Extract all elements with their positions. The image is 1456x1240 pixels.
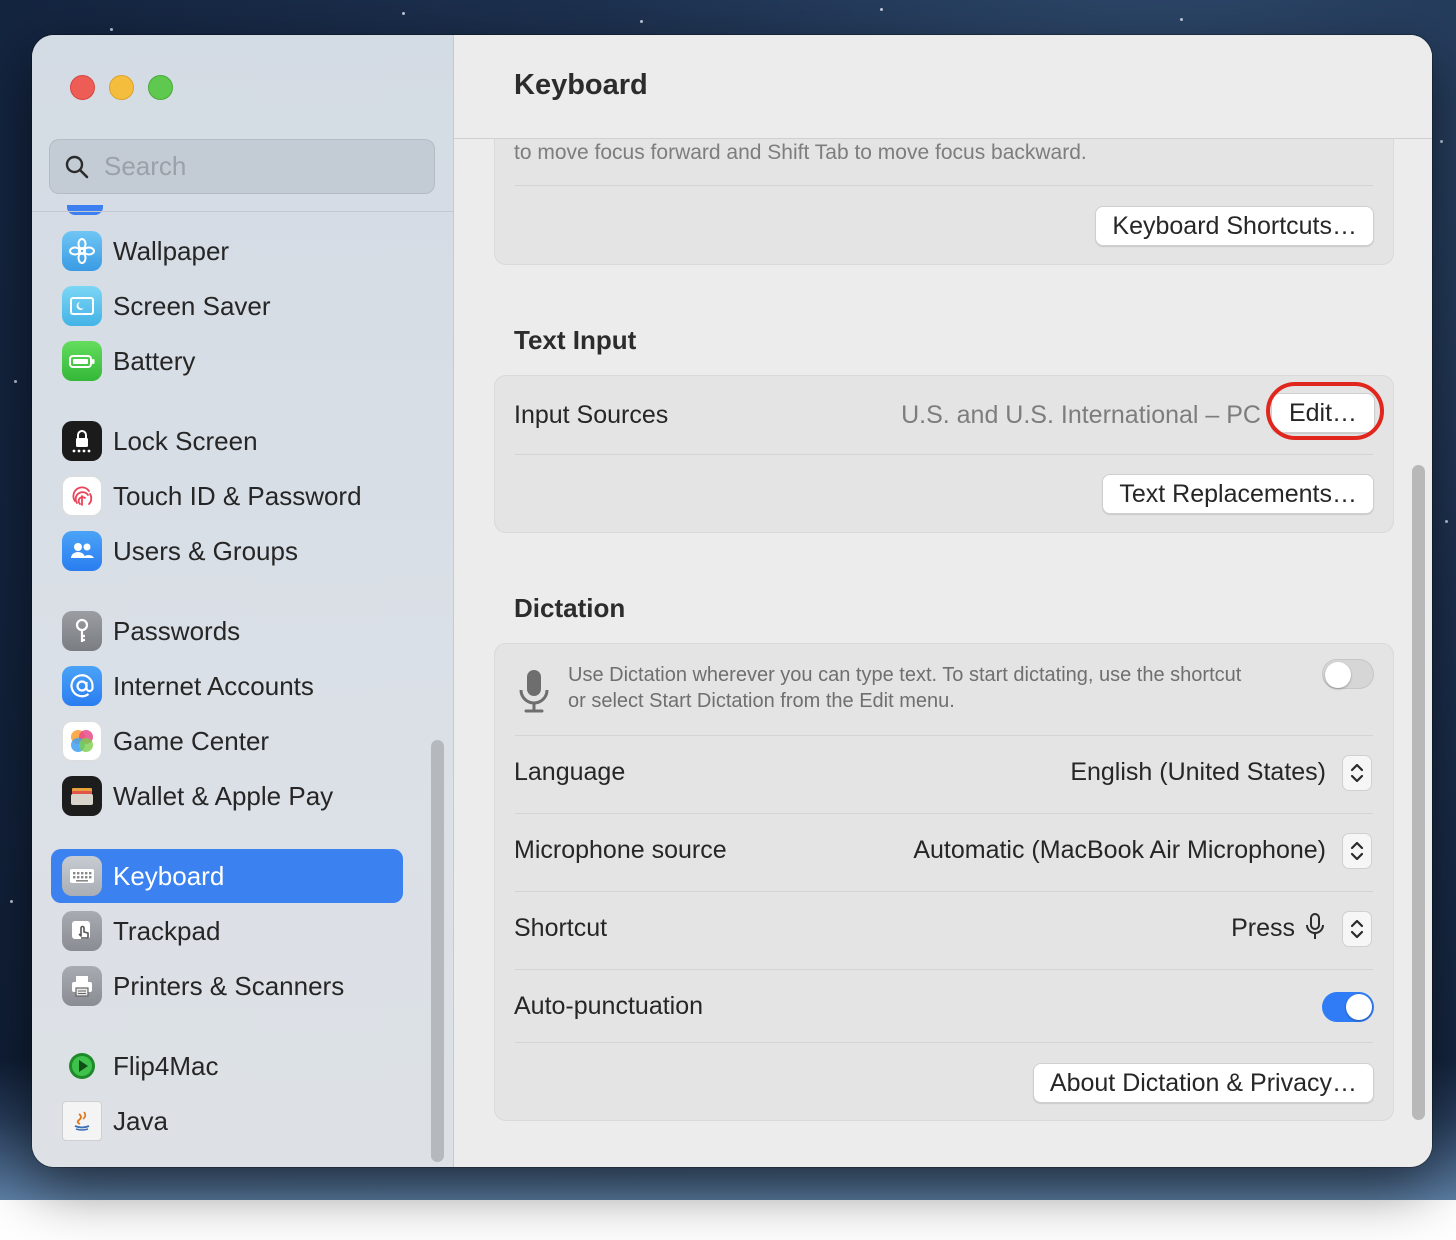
fingerprint-icon [62, 476, 102, 516]
sidebar-item-java[interactable]: Java [51, 1094, 403, 1148]
row-divider [515, 454, 1373, 455]
chevron-up-down-icon [1350, 841, 1364, 861]
sidebar-item-label: Java [113, 1105, 168, 1136]
screen-saver-icon [62, 286, 102, 326]
zoom-window-button[interactable] [148, 75, 173, 100]
microphone-source-label: Microphone source [514, 836, 727, 864]
search-input[interactable]: Search [104, 151, 186, 182]
dictation-panel: Use Dictation wherever you can type text… [494, 643, 1394, 1121]
sidebar-item-keyboard[interactable]: Keyboard [51, 849, 403, 903]
text-input-heading: Text Input [514, 325, 637, 355]
sidebar-item-touch-id[interactable]: Touch ID & Password [51, 469, 403, 523]
chevron-up-down-icon [1350, 919, 1364, 939]
sidebar-item-trackpad[interactable]: Trackpad [51, 904, 403, 958]
settings-window: Search Wallpaper Screen Saver Battery Lo… [32, 35, 1432, 1167]
keyboard-icon [62, 856, 102, 896]
row-divider [515, 735, 1373, 736]
main-content: Keyboard to move focus forward and Shift… [454, 35, 1432, 1167]
at-sign-icon [62, 666, 102, 706]
users-icon [62, 531, 102, 571]
sidebar-item-label: Printers & Scanners [113, 970, 345, 1001]
shortcut-value[interactable]: Press [1231, 914, 1295, 943]
sidebar-divider [32, 211, 454, 212]
row-divider [515, 813, 1373, 814]
sidebar-item-label: Battery [113, 345, 196, 376]
text-input-panel: Input Sources U.S. and U.S. Internationa… [494, 375, 1394, 533]
row-divider [515, 969, 1373, 970]
dictation-heading: Dictation [514, 593, 626, 623]
sidebar-item-label: Wallpaper [113, 235, 230, 266]
row-divider [515, 1042, 1373, 1043]
microphone-icon [519, 670, 549, 713]
close-window-button[interactable] [70, 75, 95, 100]
java-icon [62, 1101, 102, 1141]
page-title: Keyboard [514, 69, 648, 101]
keyboard-shortcuts-button[interactable]: Keyboard Shortcuts… [1095, 206, 1374, 246]
sidebar-item-wallpaper[interactable]: Wallpaper [51, 224, 403, 278]
auto-punctuation-label: Auto-punctuation [514, 992, 704, 1020]
game-center-icon [62, 721, 102, 761]
key-icon [62, 611, 102, 651]
minimize-window-button[interactable] [109, 75, 134, 100]
row-divider [515, 891, 1373, 892]
sidebar-item-users-groups[interactable]: Users & Groups [51, 524, 403, 578]
shortcut-stepper[interactable] [1342, 911, 1372, 947]
sidebar-item-flip4mac[interactable]: Flip4Mac [51, 1039, 403, 1093]
sidebar-item-label: Keyboard [113, 860, 225, 891]
sidebar-item-internet-accounts[interactable]: Internet Accounts [51, 659, 403, 713]
sidebar-item-label: Screen Saver [113, 290, 271, 321]
sidebar-item-label: Flip4Mac [113, 1050, 219, 1081]
sidebar-item-wallet[interactable]: Wallet & Apple Pay [51, 769, 403, 823]
sidebar-item-label: Users & Groups [113, 535, 298, 566]
sidebar-item-game-center[interactable]: Game Center [51, 714, 403, 768]
keyboard-navigation-description: to move focus forward and Shift Tab to m… [514, 141, 1087, 164]
sidebar-item-label: Internet Accounts [113, 670, 314, 701]
about-dictation-privacy-button[interactable]: About Dictation & Privacy… [1032, 1063, 1374, 1103]
flip4mac-icon [62, 1046, 102, 1086]
dictation-description-line2: or select Start Dictation from the Edit … [568, 690, 955, 712]
microphone-source-stepper[interactable] [1342, 833, 1372, 869]
partial-icon [67, 205, 103, 215]
language-label: Language [514, 758, 626, 786]
sidebar-item-lock-screen[interactable]: Lock Screen [51, 414, 403, 468]
sidebar-item-passwords[interactable]: Passwords [51, 604, 403, 658]
input-sources-value: U.S. and U.S. International – PC [901, 401, 1261, 429]
chevron-up-down-icon [1350, 763, 1364, 783]
search-icon [65, 155, 89, 178]
search-field[interactable]: Search [49, 139, 435, 194]
sidebar-item-label: Touch ID & Password [113, 480, 362, 511]
dictation-description: Use Dictation wherever you can type text… [568, 662, 1241, 714]
printer-icon [62, 966, 102, 1006]
main-scrollbar[interactable] [1412, 465, 1425, 1120]
sidebar-item-printers[interactable]: Printers & Scanners [51, 959, 403, 1013]
sidebar-item-label: Trackpad [113, 915, 221, 946]
microphone-key-icon [1306, 913, 1324, 939]
lock-icon [62, 421, 102, 461]
shortcut-label: Shortcut [514, 914, 608, 942]
highlight-annotation [1266, 382, 1384, 440]
sidebar: Search Wallpaper Screen Saver Battery Lo… [32, 35, 454, 1167]
wallet-icon [62, 776, 102, 816]
sidebar-item-label: Game Center [113, 725, 270, 756]
dictation-toggle[interactable] [1322, 659, 1374, 689]
dictation-description-line1: Use Dictation wherever you can type text… [568, 664, 1242, 686]
sidebar-item-label: Wallet & Apple Pay [113, 780, 334, 811]
microphone-source-value[interactable]: Automatic (MacBook Air Microphone) [913, 836, 1326, 865]
language-value[interactable]: English (United States) [1070, 758, 1326, 787]
input-sources-label: Input Sources [514, 401, 669, 429]
trackpad-icon [62, 911, 102, 951]
wallpaper-icon [62, 231, 102, 271]
toolbar: Keyboard [454, 35, 1432, 139]
sidebar-item-label: Passwords [113, 615, 241, 646]
sidebar-scrollbar[interactable] [431, 740, 444, 1162]
text-replacements-button[interactable]: Text Replacements… [1102, 474, 1374, 514]
sidebar-item-label: Lock Screen [113, 425, 258, 456]
sidebar-item-screen-saver[interactable]: Screen Saver [51, 279, 403, 333]
language-stepper[interactable] [1342, 755, 1372, 791]
auto-punctuation-toggle[interactable] [1322, 992, 1374, 1022]
sidebar-item-battery[interactable]: Battery [51, 334, 403, 388]
row-divider [515, 185, 1373, 186]
battery-icon [62, 341, 102, 381]
